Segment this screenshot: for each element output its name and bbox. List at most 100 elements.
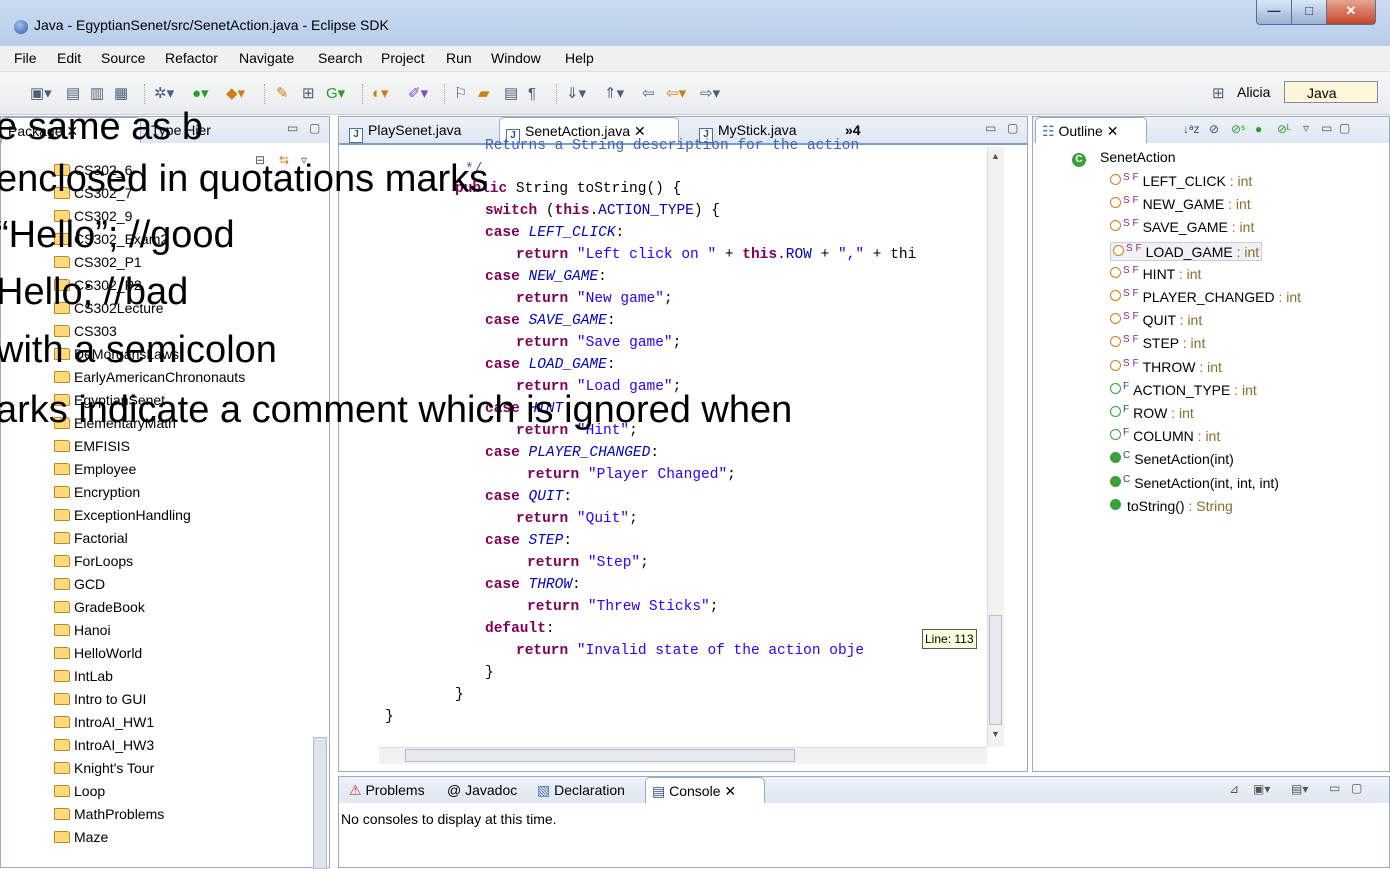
minimize-view-icon[interactable]: ▭ [1329,781,1340,795]
close-button[interactable]: ✕ [1326,0,1376,25]
close-tab-icon[interactable]: ✕ [724,783,736,799]
next-annotation-icon[interactable]: ⇓▾ [566,86,586,102]
tab-problems[interactable]: ⚠ Problems [343,777,437,803]
close-tab-icon[interactable]: ✕ [634,123,646,139]
outline-member-item[interactable]: S F PLAYER_CHANGED : int [1110,288,1301,305]
project-item[interactable]: Intro to GUI [54,691,146,713]
open-type-icon[interactable]: ◐▾ [372,86,389,102]
outline-member-item[interactable]: F COLUMN : int [1110,427,1220,444]
project-item[interactable]: IntroAI_HW3 [54,737,154,759]
hide-fields-icon[interactable]: ⊘ [1209,122,1219,136]
sort-icon[interactable]: ↓ᵃz [1183,122,1199,136]
hide-non-public-icon[interactable]: ● [1255,122,1262,136]
project-item[interactable]: Hanoi [54,622,111,644]
minimize-view-icon[interactable]: ▭ [287,121,298,135]
toggle-mark-icon[interactable]: ⚐ [454,86,467,102]
menu-window[interactable]: Window [491,50,541,66]
previous-annotation-icon[interactable]: ⇑▾ [604,86,624,102]
minimize-view-icon[interactable]: ▭ [985,121,996,135]
project-item[interactable]: EarlyAmericanChrononauts [54,369,245,391]
menu-source[interactable]: Source [101,50,145,66]
print-icon[interactable]: ▦ [114,86,128,102]
toggle-breadcrumb-icon[interactable]: ▰ [478,86,490,102]
open-perspective-icon[interactable]: ⊞ [1212,86,1225,102]
project-item[interactable]: Maze [54,829,108,851]
outline-member-item[interactable]: C SenetAction(int) [1110,450,1234,467]
new-package-icon[interactable]: ⊞ [302,86,315,102]
save-icon[interactable]: ▤ [66,86,80,102]
open-console-icon[interactable]: ▤▾ [1291,782,1308,796]
maximize-view-icon[interactable]: ▢ [1339,121,1350,135]
outline-member-item[interactable]: S F NEW_GAME : int [1110,195,1251,212]
maximize-button[interactable]: □ [1291,0,1327,25]
maximize-view-icon[interactable]: ▢ [1351,781,1362,795]
outline-member-item[interactable]: S F STEP : int [1110,334,1205,351]
project-item[interactable]: GCD [54,576,105,598]
maximize-view-icon[interactable]: ▢ [309,121,320,135]
tab-outline[interactable]: ☷ Outline ✕ [1035,117,1147,143]
project-item[interactable]: MathProblems [54,806,164,828]
horizontal-scrollbar-thumb[interactable] [405,749,795,762]
menu-run[interactable]: Run [446,50,472,66]
view-menu-icon[interactable]: ▿ [1303,121,1309,135]
new-icon[interactable]: ▣▾ [30,86,52,102]
new-java-project-icon[interactable]: ✎ [276,86,289,102]
project-item[interactable]: IntLab [54,668,113,690]
last-edit-icon[interactable]: ⇦ [642,86,655,102]
java-perspective-button[interactable]: Java [1284,81,1378,103]
menu-file[interactable]: File [14,50,37,66]
menu-search[interactable]: Search [318,50,362,66]
outline-member-item[interactable]: F ACTION_TYPE : int [1110,381,1257,398]
tab-console[interactable]: ▤ Console ✕ [645,777,765,803]
hide-static-icon[interactable]: ⊘ˢ [1231,122,1245,136]
project-item[interactable]: Employee [54,461,136,483]
new-class-icon[interactable]: G▾ [326,86,345,102]
outline-member-item[interactable]: C SenetAction(int, int, int) [1110,474,1279,491]
menu-refactor[interactable]: Refactor [165,50,218,66]
outline-member-item[interactable]: toString() : String [1110,497,1233,514]
menu-project[interactable]: Project [381,50,425,66]
debug-icon[interactable]: ✲▾ [154,86,174,102]
back-icon[interactable]: ⇦▾ [666,86,686,102]
vertical-scrollbar-thumb[interactable] [989,615,1002,725]
tab-javadoc[interactable]: @ Javadoc [441,777,527,803]
save-all-icon[interactable]: ▥ [90,86,104,102]
horizontal-scrollbar[interactable] [379,747,987,764]
display-console-icon[interactable]: ▣▾ [1253,782,1270,796]
project-item[interactable]: IntroAI_HW1 [54,714,154,736]
project-item[interactable]: Knight's Tour [54,760,154,782]
minimize-view-icon[interactable]: ▭ [1321,121,1332,135]
outline-class-item[interactable]: C SenetAction [1072,149,1176,167]
outline-member-item[interactable]: S F HINT : int [1110,265,1201,282]
scroll-up-icon[interactable]: ▲ [991,151,1000,161]
hide-local-types-icon[interactable]: ⊘ᴸ [1277,122,1291,136]
outline-member-item[interactable]: S F SAVE_GAME : int [1110,218,1254,235]
search-icon[interactable]: ✐▾ [408,86,428,102]
run-icon[interactable]: ●▾ [192,86,209,102]
scroll-down-icon[interactable]: ▼ [991,729,1000,739]
tab-declaration[interactable]: ▧ Declaration [531,777,641,803]
project-item[interactable]: Loop [54,783,105,805]
project-item[interactable]: Factorial [54,530,128,552]
pin-console-icon[interactable]: ⊿ [1229,782,1239,796]
vertical-scrollbar-thumb[interactable] [313,737,327,869]
tab-playsenet-java[interactable]: J PlaySenet.java [343,117,493,143]
minimize-button[interactable]: — [1256,0,1292,25]
menu-edit[interactable]: Edit [57,50,81,66]
maximize-view-icon[interactable]: ▢ [1007,121,1018,135]
project-item[interactable]: EMFISIS [54,438,130,460]
show-whitespace-icon[interactable]: ¶ [528,86,536,102]
project-item[interactable]: GradeBook [54,599,145,621]
project-item[interactable]: Encryption [54,484,140,506]
forward-icon[interactable]: ⇨▾ [700,86,720,102]
block-selection-icon[interactable]: ▤ [504,86,518,102]
menu-navigate[interactable]: Navigate [239,50,294,66]
project-item[interactable]: HelloWorld [54,645,142,667]
external-tools-icon[interactable]: ◆▾ [226,86,245,102]
project-item[interactable]: ExceptionHandling [54,507,191,529]
project-item[interactable]: ForLoops [54,553,133,575]
outline-member-item[interactable]: S F LOAD_GAME : int [1110,241,1263,261]
outline-member-item[interactable]: F ROW : int [1110,404,1194,421]
vertical-scrollbar[interactable]: ▲ ▼ [987,147,1004,747]
outline-member-item[interactable]: S F QUIT : int [1110,311,1202,328]
